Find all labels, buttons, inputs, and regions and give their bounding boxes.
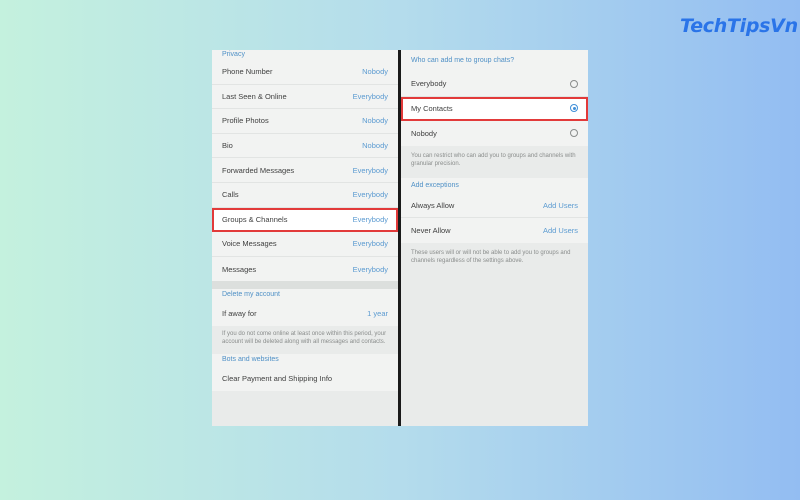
privacy-item-phone-number[interactable]: Phone Number Nobody (212, 60, 398, 85)
brand-logo: TechTipsVn (680, 15, 798, 37)
item-label: Phone Number (222, 67, 273, 77)
item-label: Clear Payment and Shipping Info (222, 373, 333, 383)
exceptions-header: Add exceptions (411, 181, 459, 189)
radio-selected-icon[interactable] (570, 104, 578, 113)
item-value: Everybody (352, 190, 388, 200)
radio-icon[interactable] (570, 129, 578, 138)
delete-account-header: Delete my account (222, 291, 280, 299)
item-value: 1 year (367, 309, 388, 319)
item-label: Voice Messages (222, 239, 277, 249)
clear-payment-info[interactable]: Clear Payment and Shipping Info (212, 366, 398, 391)
add-users-link[interactable]: Add Users (543, 201, 578, 210)
option-nobody[interactable]: Nobody (401, 121, 588, 146)
option-my-contacts[interactable]: My Contacts (401, 96, 588, 122)
bots-header: Bots and websites (222, 355, 279, 363)
item-label: Groups & Channels (222, 214, 288, 224)
options-note: You can restrict who can add you to grou… (401, 145, 588, 178)
item-value: Everybody (352, 239, 388, 249)
who-can-add-header: Who can add me to group chats? (411, 57, 515, 64)
item-label: Profile Photos (222, 116, 269, 126)
privacy-item-voice-messages[interactable]: Voice Messages Everybody (212, 232, 398, 257)
item-label: Messages (222, 264, 257, 274)
screenshot-frame: Privacy Phone Number Nobody Last Seen & … (212, 50, 588, 426)
exception-label: Never Allow (411, 226, 451, 236)
privacy-panel: Privacy Phone Number Nobody Last Seen & … (212, 50, 398, 426)
exception-label: Always Allow (411, 201, 455, 211)
item-value: Nobody (362, 67, 388, 77)
privacy-section: Privacy Phone Number Nobody Last Seen & … (212, 50, 398, 282)
privacy-item-last-seen[interactable]: Last Seen & Online Everybody (212, 85, 398, 110)
radio-icon[interactable] (570, 79, 578, 88)
item-value: Everybody (352, 165, 388, 175)
bots-section: Bots and websites Clear Payment and Ship… (212, 353, 398, 391)
option-label: My Contacts (411, 103, 453, 113)
item-value: Nobody (362, 141, 388, 151)
option-everybody[interactable]: Everybody (401, 72, 588, 97)
item-label: Forwarded Messages (222, 165, 295, 175)
item-value: Everybody (352, 91, 388, 101)
item-value: Everybody (352, 264, 388, 274)
delete-if-away-for[interactable]: If away for 1 year (212, 301, 398, 326)
always-allow-row[interactable]: Always Allow Add Users (401, 194, 588, 219)
item-label: If away for (222, 309, 257, 319)
group-chats-panel: Who can add me to group chats? Everybody… (401, 50, 588, 426)
option-label: Nobody (411, 128, 437, 138)
privacy-header: Privacy (222, 51, 245, 58)
privacy-item-bio[interactable]: Bio Nobody (212, 134, 398, 159)
item-value: Nobody (362, 116, 388, 126)
add-users-link[interactable]: Add Users (543, 226, 578, 235)
privacy-item-calls[interactable]: Calls Everybody (212, 183, 398, 208)
item-label: Calls (222, 190, 239, 200)
item-label: Bio (222, 141, 233, 151)
delete-account-section: Delete my account If away for 1 year (212, 289, 398, 326)
never-allow-row[interactable]: Never Allow Add Users (401, 218, 588, 243)
item-label: Last Seen & Online (222, 91, 287, 101)
privacy-item-profile-photos[interactable]: Profile Photos Nobody (212, 109, 398, 134)
exceptions-note: These users will or will not be able to … (401, 242, 588, 271)
section-divider (212, 281, 398, 290)
delete-account-note: If you do not come online at least once … (212, 325, 398, 352)
exceptions-section: Add exceptions Always Allow Add Users Ne… (401, 177, 588, 243)
privacy-item-forwarded-messages[interactable]: Forwarded Messages Everybody (212, 158, 398, 183)
who-can-add-section: Who can add me to group chats? Everybody… (401, 50, 588, 146)
option-label: Everybody (411, 79, 447, 89)
privacy-item-groups-channels[interactable]: Groups & Channels Everybody (212, 207, 398, 233)
item-value: Everybody (352, 214, 388, 224)
privacy-item-messages[interactable]: Messages Everybody (212, 257, 398, 282)
